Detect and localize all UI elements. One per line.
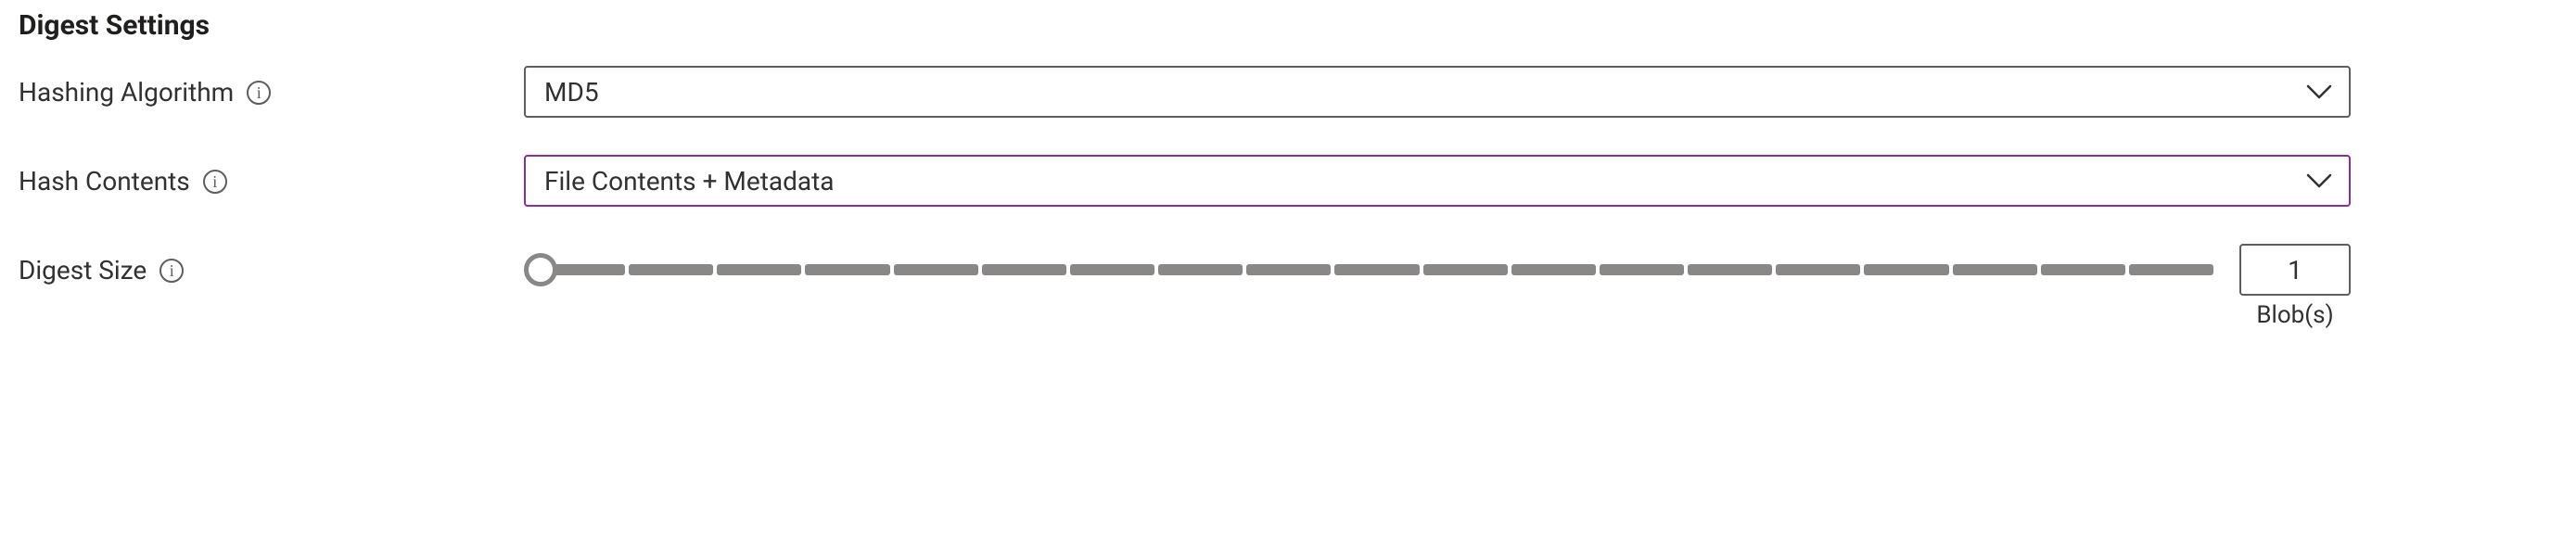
slider-tick [1776, 264, 1860, 275]
label-digest-size: Digest Size [19, 244, 524, 296]
digest-size-unit: Blob(s) [2256, 301, 2333, 329]
slider-tick [1423, 264, 1508, 275]
slider-tick [2129, 264, 2213, 275]
hashing-algorithm-value: MD5 [544, 77, 599, 108]
hashing-algorithm-label-text: Hashing Algorithm [19, 77, 234, 108]
slider-tick [717, 264, 801, 275]
slider-tick [1688, 264, 1772, 275]
hash-contents-value: File Contents + Metadata [544, 166, 835, 197]
row-digest-size: Digest Size 1 Blob(s) [19, 244, 2557, 329]
slider-tick [1246, 264, 1331, 275]
slider-tick [894, 264, 978, 275]
section-title: Digest Settings [19, 9, 2557, 42]
digest-settings-section: Digest Settings Hashing Algorithm MD5 Ha… [0, 0, 2576, 366]
slider-tick [1334, 264, 1419, 275]
slider-tick [1864, 264, 1948, 275]
chevron-down-icon [2306, 84, 2332, 99]
label-hashing-algorithm: Hashing Algorithm [19, 66, 524, 118]
slider-tick [629, 264, 713, 275]
slider-thumb[interactable] [524, 253, 557, 286]
slider-tick [1511, 264, 1596, 275]
hash-contents-dropdown[interactable]: File Contents + Metadata [524, 155, 2351, 207]
slider-tick [1158, 264, 1243, 275]
slider-tick [1070, 264, 1154, 275]
slider-tick [2041, 264, 2125, 275]
slider-tick [982, 264, 1066, 275]
slider-track-bg [541, 264, 2213, 275]
hashing-algorithm-dropdown[interactable]: MD5 [524, 66, 2351, 118]
hash-contents-label-text: Hash Contents [19, 166, 190, 197]
digest-size-value-text: 1 [2288, 255, 2302, 285]
chevron-down-icon [2306, 173, 2332, 188]
digest-size-slider[interactable] [524, 253, 2213, 286]
info-icon[interactable] [247, 81, 271, 105]
slider-tick [1600, 264, 1684, 275]
info-icon[interactable] [159, 259, 184, 283]
slider-tick [1953, 264, 2037, 275]
digest-size-value-input[interactable]: 1 [2239, 244, 2351, 296]
info-icon[interactable] [203, 170, 227, 194]
row-hashing-algorithm: Hashing Algorithm MD5 [19, 66, 2557, 118]
slider-tick [805, 264, 889, 275]
label-hash-contents: Hash Contents [19, 155, 524, 207]
digest-size-label-text: Digest Size [19, 255, 147, 285]
row-hash-contents: Hash Contents File Contents + Metadata [19, 155, 2557, 207]
